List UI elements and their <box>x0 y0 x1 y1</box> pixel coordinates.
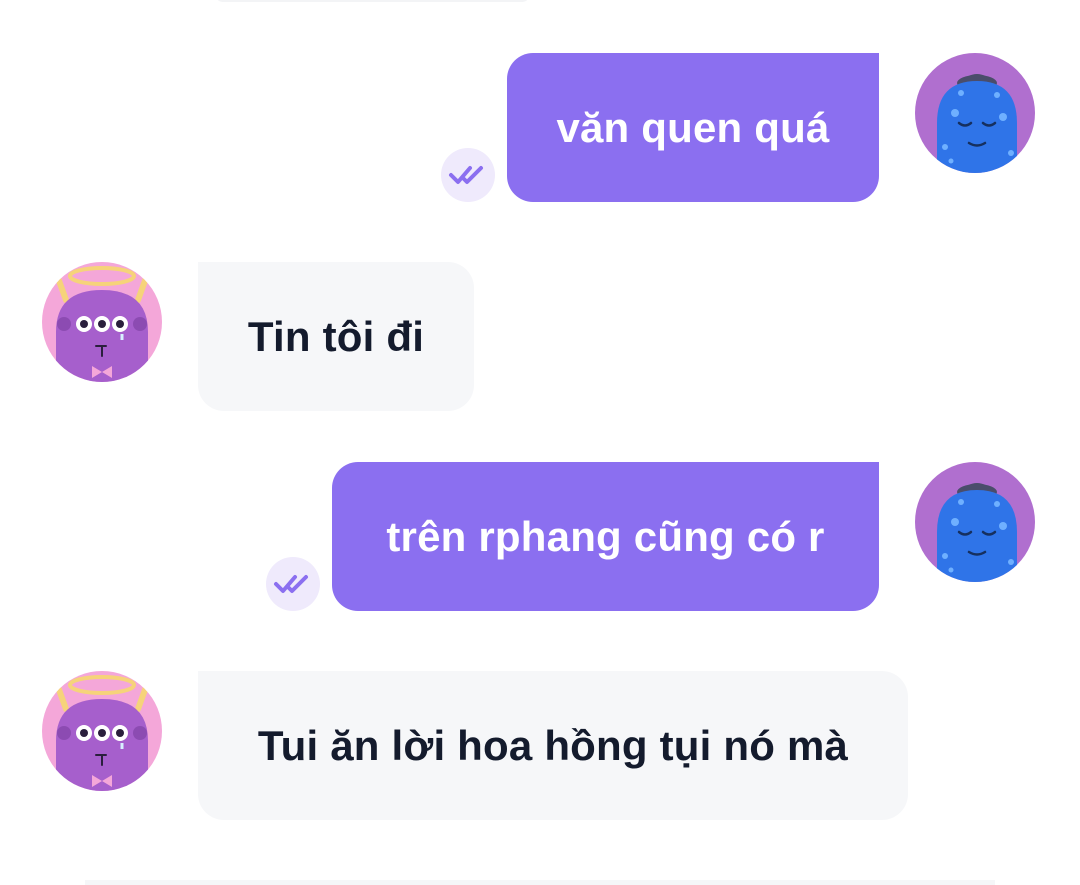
message-bubble-outgoing[interactable]: văn quen quá <box>507 53 879 202</box>
previous-message-edge <box>215 0 530 2</box>
message-bubble-incoming[interactable]: Tui ăn lời hoa hồng tụi nó mà <box>198 671 908 820</box>
message-bubble-outgoing[interactable]: trên rphang cũng có r <box>332 462 879 611</box>
message-text: Tui ăn lời hoa hồng tụi nó mà <box>257 721 849 769</box>
chat-thread: văn quen quá Tin tôi đi trên rphang cũng… <box>0 0 1080 885</box>
message-text: trên rphang cũng có r <box>386 512 825 560</box>
double-check-icon <box>441 148 495 202</box>
message-text: văn quen quá <box>556 103 830 151</box>
blue-monster-avatar[interactable] <box>915 53 1035 173</box>
blue-monster-avatar[interactable] <box>915 462 1035 582</box>
purple-angel-monster-avatar[interactable] <box>42 262 162 382</box>
purple-angel-monster-avatar[interactable] <box>42 671 162 791</box>
message-bubble-incoming[interactable]: Tin tôi đi <box>198 262 474 411</box>
double-check-icon <box>266 557 320 611</box>
message-text: Tin tôi đi <box>247 312 425 360</box>
next-message-edge <box>85 880 995 885</box>
